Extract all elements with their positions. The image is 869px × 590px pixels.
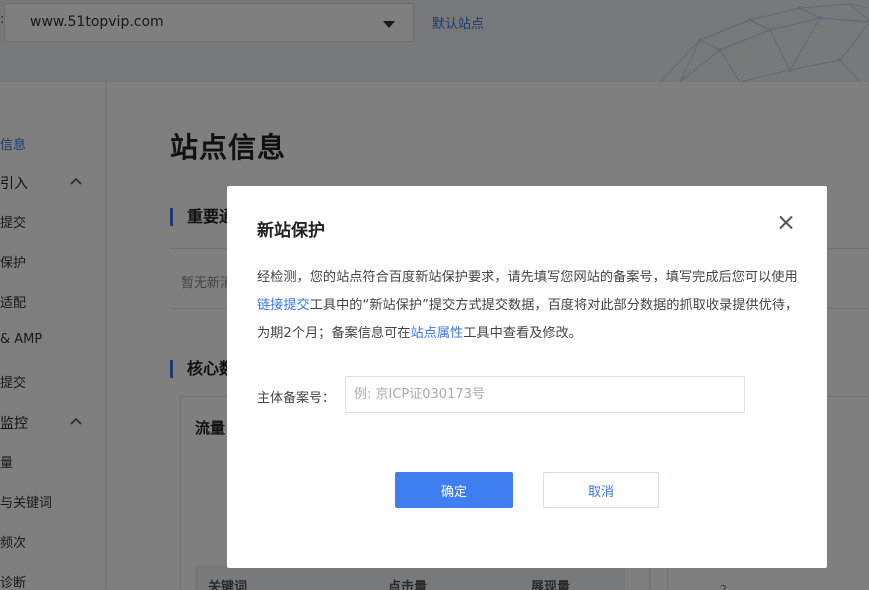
dialog-title: 新站保护 (257, 221, 325, 241)
confirm-button[interactable]: 确定 (395, 472, 513, 508)
icp-number-label: 主体备案号： (257, 391, 336, 406)
dialog-description: 经检测，您的站点符合百度新站保护要求，请先填写您网站的备案号，填写完成后您可以使… (257, 264, 802, 348)
desc-text: 经检测，您的站点符合百度新站保护要求，请先填写您网站的备案号，填写完成后您可以使… (257, 270, 798, 285)
desc-text: 工具中查看及修改。 (463, 326, 582, 341)
link-site-properties[interactable]: 站点属性 (410, 326, 463, 341)
cancel-button[interactable]: 取消 (543, 472, 659, 508)
icp-number-input[interactable] (345, 376, 745, 413)
link-submit-tool[interactable]: 链接提交 (257, 298, 310, 313)
new-site-protection-dialog: 新站保护 经检测，您的站点符合百度新站保护要求，请先填写您网站的备案号，填写完成… (227, 186, 827, 568)
close-icon[interactable] (775, 212, 797, 234)
